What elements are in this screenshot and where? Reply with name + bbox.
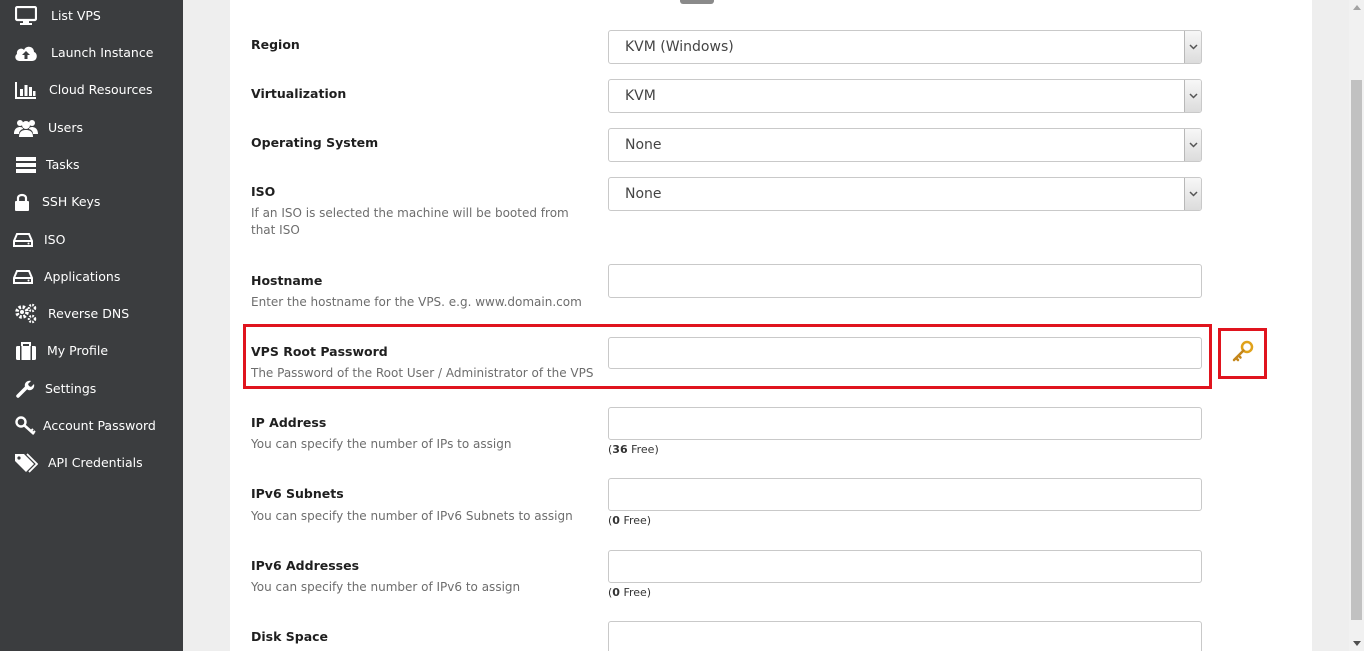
ipv6-subnets-help: You can specify the number of IPv6 Subne…: [251, 509, 573, 523]
scroll-up-icon[interactable]: [1349, 0, 1364, 15]
sidebar-item-launch-instance[interactable]: Launch Instance: [0, 34, 183, 71]
sidebar: List VPS Launch Instance Cloud Resources…: [0, 0, 183, 651]
disk-space-label: Disk Space: [251, 629, 329, 644]
sidebar-item-label: API Credentials: [48, 455, 143, 470]
sidebar-item-users[interactable]: Users: [0, 109, 183, 146]
sidebar-item-list-vps[interactable]: List VPS: [0, 0, 183, 34]
chevron-down-icon: [1184, 80, 1201, 112]
tags-icon: [14, 452, 38, 474]
ipv6-addresses-free-count: (0 Free): [608, 586, 652, 599]
hostname-input[interactable]: [608, 264, 1202, 298]
sidebar-item-reverse-dns[interactable]: Reverse DNS: [0, 295, 183, 332]
generate-password-button[interactable]: [1218, 328, 1267, 379]
gears-icon: [14, 303, 38, 325]
wrench-icon: [14, 378, 38, 400]
sidebar-item-label: Reverse DNS: [48, 306, 130, 321]
ip-address-input[interactable]: [608, 407, 1202, 440]
iso-select[interactable]: None: [608, 177, 1202, 211]
sidebar-item-settings[interactable]: Settings: [0, 370, 183, 407]
scrollbar-thumb[interactable]: [1351, 80, 1362, 620]
briefcase-icon: [14, 340, 38, 362]
sidebar-item-label: Users: [48, 120, 84, 135]
sidebar-item-api-credentials[interactable]: API Credentials: [0, 444, 183, 481]
iso-help: If an ISO is selected the machine will b…: [251, 206, 569, 237]
sidebar-item-ssh-keys[interactable]: SSH Keys: [0, 183, 183, 220]
ip-free-count: (36 Free): [608, 443, 659, 456]
sidebar-item-account-password[interactable]: Account Password: [0, 407, 183, 444]
iso-selected-value: None: [625, 186, 662, 202]
region-selected-value: KVM (Windows): [625, 39, 734, 55]
region-select[interactable]: KVM (Windows): [608, 30, 1202, 64]
chevron-down-icon: [1184, 178, 1201, 210]
sidebar-item-label: Account Password: [43, 418, 156, 433]
ipv6-addresses-help: You can specify the number of IPv6 to as…: [251, 580, 521, 594]
ipv6-subnets-input[interactable]: [608, 478, 1202, 511]
os-select[interactable]: None: [608, 128, 1202, 162]
key-wrench-icon: [14, 415, 38, 437]
sidebar-item-label: ISO: [44, 232, 66, 247]
region-label: Region: [251, 37, 300, 52]
users-icon: [14, 117, 38, 139]
key-icon: [1231, 340, 1255, 368]
drive-icon: [11, 229, 35, 251]
sidebar-item-label: List VPS: [51, 8, 101, 23]
lock-icon: [10, 191, 34, 213]
ipv6-addresses-label: IPv6 Addresses: [251, 558, 360, 573]
monitor-icon: [14, 5, 38, 27]
sidebar-item-label: Applications: [44, 269, 121, 284]
ipv6-subnets-label: IPv6 Subnets: [251, 486, 344, 501]
tasks-icon: [14, 154, 38, 176]
virtualization-label: Virtualization: [251, 86, 347, 101]
hostname-label: Hostname: [251, 273, 323, 288]
root-password-help: The Password of the Root User / Administ…: [251, 366, 594, 380]
root-password-label: VPS Root Password: [251, 344, 388, 359]
sidebar-item-label: SSH Keys: [42, 194, 101, 209]
cloud-upload-icon: [14, 42, 38, 64]
root-password-input[interactable]: [608, 337, 1202, 369]
disk-space-input[interactable]: [608, 621, 1202, 651]
sidebar-item-iso[interactable]: ISO: [0, 221, 183, 258]
sidebar-item-cloud-resources[interactable]: Cloud Resources: [0, 71, 183, 108]
sidebar-item-label: My Profile: [47, 343, 109, 358]
scroll-down-icon[interactable]: [1349, 636, 1364, 651]
chevron-down-icon: [1184, 129, 1201, 161]
sidebar-item-applications[interactable]: Applications: [0, 258, 183, 295]
hostname-help: Enter the hostname for the VPS. e.g. www…: [251, 295, 582, 309]
ipv6-addresses-input[interactable]: [608, 550, 1202, 583]
sidebar-item-my-profile[interactable]: My Profile: [0, 332, 183, 369]
ip-address-help: You can specify the number of IPs to ass…: [251, 437, 512, 451]
os-label: Operating System: [251, 135, 379, 150]
sidebar-item-label: Launch Instance: [51, 45, 154, 60]
chevron-down-icon: [1184, 31, 1201, 63]
sidebar-item-label: Tasks: [46, 157, 80, 172]
bar-chart-icon: [14, 79, 38, 101]
iso-label: ISO: [251, 184, 276, 199]
sidebar-item-label: Settings: [45, 381, 97, 396]
panel-top-tab[interactable]: [680, 0, 714, 4]
ip-address-label: IP Address: [251, 415, 327, 430]
sidebar-item-tasks[interactable]: Tasks: [0, 146, 183, 183]
virtualization-selected-value: KVM: [625, 88, 656, 104]
virtualization-select[interactable]: KVM: [608, 79, 1202, 113]
ipv6-subnets-free-count: (0 Free): [608, 514, 652, 527]
os-selected-value: None: [625, 137, 662, 153]
sidebar-item-label: Cloud Resources: [49, 82, 153, 97]
drive-icon: [11, 266, 35, 288]
